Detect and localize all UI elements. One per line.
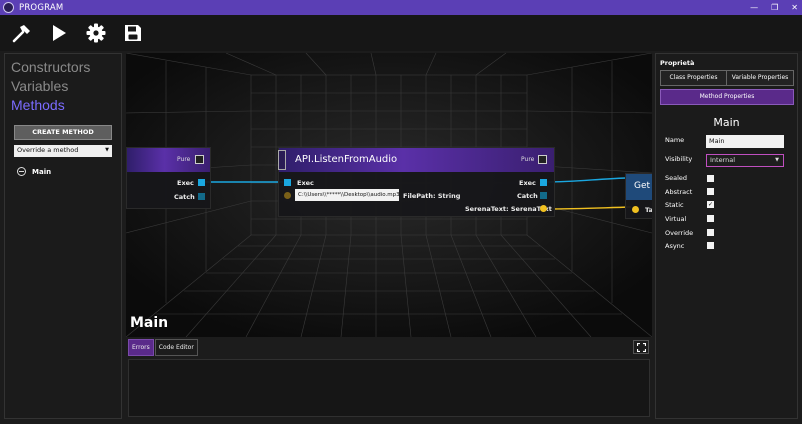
get-node-input-pin[interactable] [632,206,639,213]
app-logo-icon [3,2,14,13]
left-node-exec-label: Exec [177,179,194,187]
hammer-icon [12,25,30,43]
api-node-output-label: SerenaText: SerenaText [465,205,552,213]
get-node-output-label: Ta [645,206,652,214]
static-label: Static [665,201,684,209]
left-node-catch-label: Catch [174,193,195,201]
tab-constructors[interactable]: Constructors [11,58,115,77]
title-bar: PROGRAM — ❐ ✕ [0,0,802,15]
api-node-title: API.ListenFromAudio [295,154,398,165]
api-node-exec-in-label: Exec [297,179,314,187]
run-button[interactable] [48,22,70,44]
play-icon [53,25,66,41]
get-node-title: Get t [634,181,652,191]
close-button[interactable]: ✕ [791,3,798,12]
window-title: PROGRAM [19,2,64,13]
left-node-pure-label: Pure [177,156,191,163]
properties-heading: Main [713,116,740,129]
minimize-button[interactable]: — [750,3,758,12]
tab-methods[interactable]: Methods [11,97,65,113]
get-node-header: Get t [626,174,652,200]
settings-button[interactable] [85,22,107,44]
save-button[interactable] [122,22,144,44]
virtual-label: Virtual [665,215,687,223]
api-node-output-pin[interactable] [540,205,547,212]
left-node-header: Pure [127,148,210,172]
api-node-filepath-pin[interactable] [284,192,291,199]
tab-variable-properties[interactable]: Variable Properties [726,70,794,86]
errors-list [128,359,650,417]
chevron-down-icon: ▼ [105,147,109,153]
async-label: Async [665,242,685,250]
sealed-checkbox[interactable] [707,175,714,182]
chevron-down-icon: ▼ [775,157,779,163]
override-checkbox[interactable] [707,229,714,236]
abstract-label: Abstract [665,188,693,196]
left-node-pure-checkbox[interactable] [195,155,204,164]
bottom-panel: Errors Code Editor [126,337,652,419]
expand-button[interactable] [633,340,649,354]
left-node-catch-pin[interactable] [198,193,205,200]
visibility-select[interactable]: Internal ▼ [706,154,784,167]
api-node-filepath-label: FilePath: String [403,192,461,200]
api-node-pure-checkbox[interactable] [538,155,547,164]
abstract-checkbox[interactable] [707,188,714,195]
api-node-catch-pin[interactable] [540,192,547,199]
left-node[interactable]: Pure Exec Catch [126,147,211,209]
override-method-select[interactable]: Override a method ▼ [14,145,112,157]
create-method-button[interactable]: CREATE METHOD [14,125,112,140]
method-item-main[interactable]: Main [17,167,121,176]
left-panel: Constructors Variables Methods CREATE ME… [4,53,122,419]
static-checkbox[interactable]: ✓ [707,201,714,208]
api-node-pure-label: Pure [521,156,535,163]
toolbar [0,15,802,51]
tab-class-properties[interactable]: Class Properties [660,70,727,86]
method-title: Main [130,315,169,331]
api-listen-node[interactable]: API.ListenFromAudio Pure Exec Exec C:\\U… [278,147,555,217]
tab-errors[interactable]: Errors [128,338,154,356]
method-item-label: Main [32,167,52,176]
tab-method-properties[interactable]: Method Properties [660,89,794,105]
gear-icon [86,23,106,43]
sealed-label: Sealed [665,174,688,182]
name-input[interactable]: Main [706,135,784,148]
method-icon [17,167,26,176]
api-node-exec-out-label: Exec [519,179,536,187]
tab-variables[interactable]: Variables [11,78,68,94]
api-node-exec-out-pin[interactable] [540,179,547,186]
properties-panel: Proprietà Class Properties Variable Prop… [655,53,798,419]
restore-button[interactable]: ❐ [771,3,778,12]
api-node-catch-label: Catch [517,192,538,200]
left-node-exec-pin[interactable] [198,179,205,186]
virtual-checkbox[interactable] [707,215,714,222]
filepath-input[interactable]: C:\\Users\\*****\\Desktop\\audio.mp3 [295,189,399,201]
properties-title: Proprietà [660,59,695,67]
expand-icon [636,342,646,352]
tab-code-editor[interactable]: Code Editor [154,338,198,356]
api-node-select-checkbox[interactable] [278,150,286,170]
override-select-value: Override a method [17,146,79,154]
node-graph-canvas[interactable]: Pure Exec Catch API.ListenFromAudio Pure… [126,53,652,337]
override-label: Override [665,229,694,237]
api-node-header: API.ListenFromAudio Pure [278,148,554,172]
build-button[interactable] [11,22,33,44]
visibility-label: Visibility [665,155,693,163]
async-checkbox[interactable] [707,242,714,249]
get-node[interactable]: Get t Ta [625,173,652,219]
visibility-value: Internal [710,156,736,164]
api-node-exec-in-pin[interactable] [284,179,291,186]
name-label: Name [665,136,685,144]
save-icon [125,25,141,41]
